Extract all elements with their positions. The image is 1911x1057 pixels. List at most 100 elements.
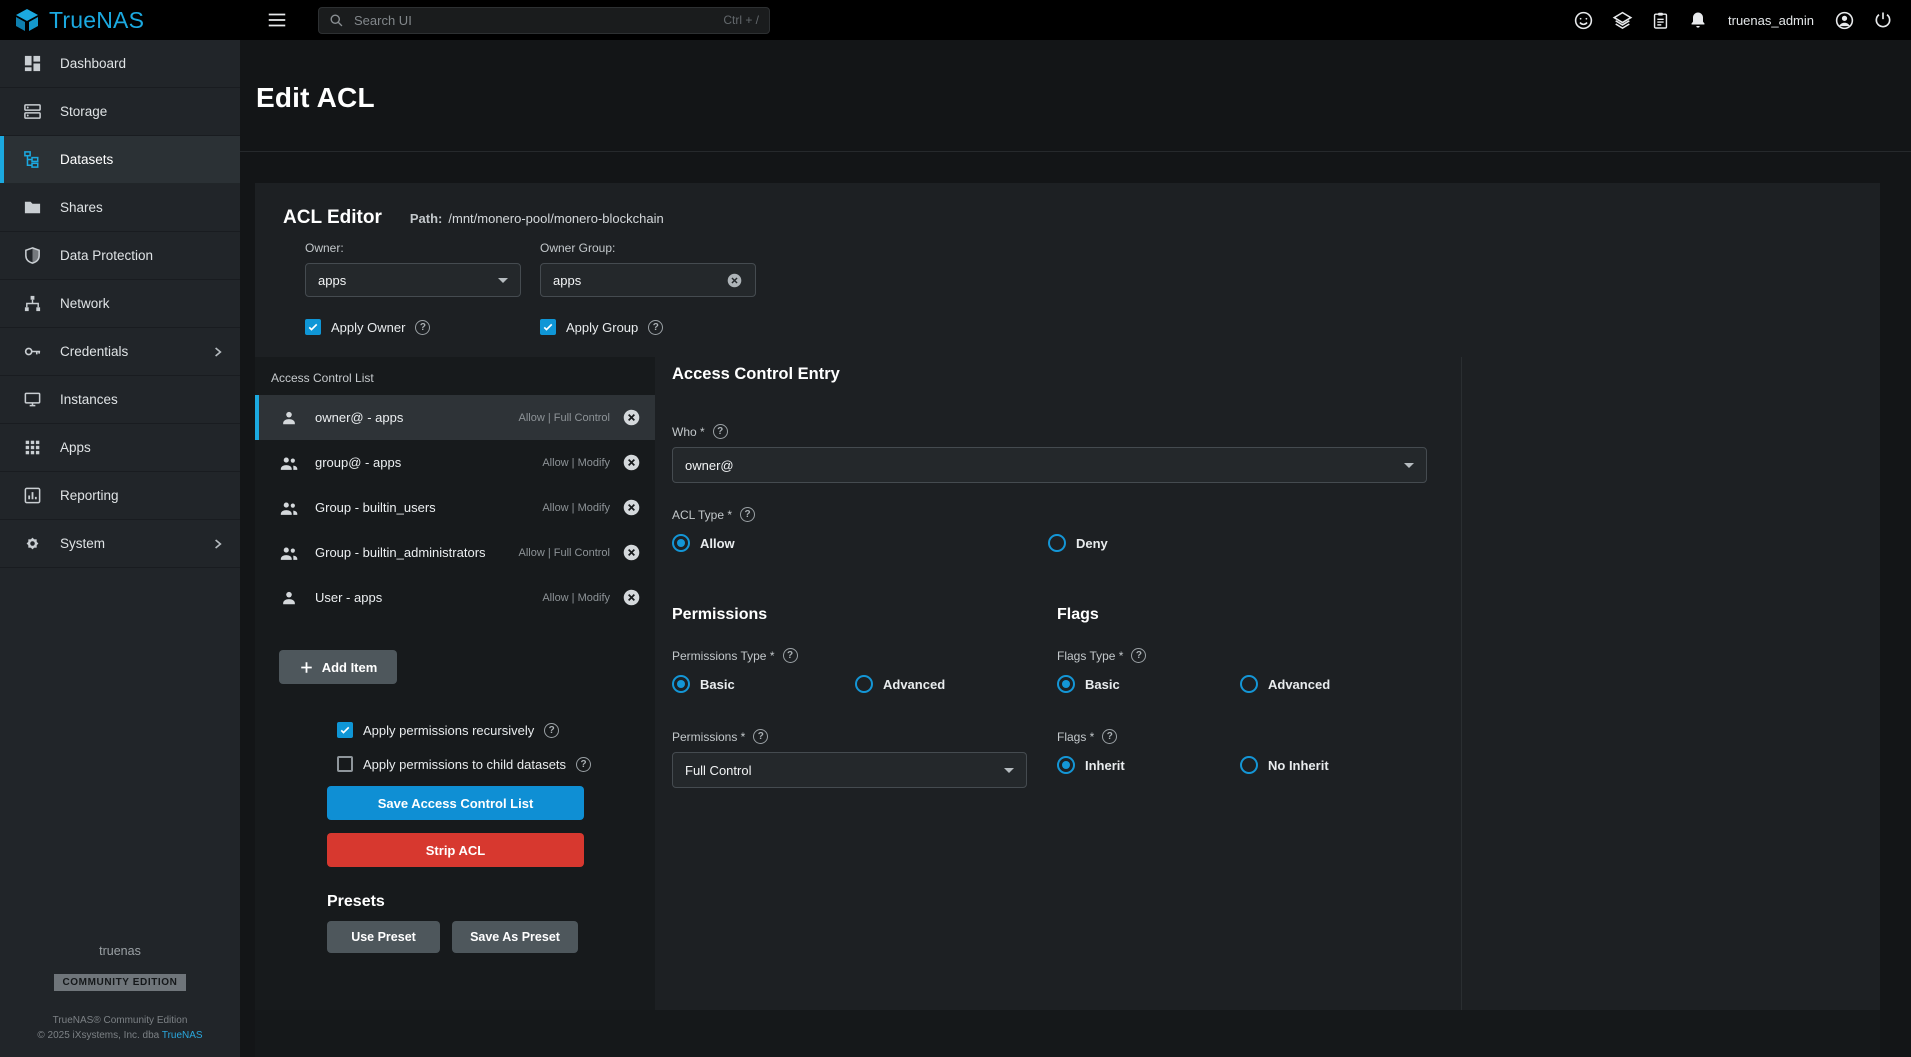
- save-acl-button[interactable]: Save Access Control List: [327, 786, 584, 820]
- sidebar-item-credentials[interactable]: Credentials: [0, 328, 240, 376]
- sidebar-item-label: Storage: [60, 104, 107, 119]
- sidebar-item-label: Apps: [60, 440, 91, 455]
- radio-permissions-basic[interactable]: Basic: [672, 675, 855, 693]
- help-icon[interactable]: [648, 320, 663, 335]
- sidebar-item-system[interactable]: System: [0, 520, 240, 568]
- radio-allow[interactable]: Allow: [672, 534, 1048, 552]
- sidebar-item-network[interactable]: Network: [0, 280, 240, 328]
- radio-flags-advanced[interactable]: Advanced: [1240, 675, 1330, 693]
- radio-unselected-icon: [1240, 756, 1258, 774]
- acl-editor-card: ACL Editor Path:/mnt/monero-pool/monero-…: [255, 183, 1880, 1010]
- page-header: Edit ACL: [240, 40, 1911, 152]
- permissions-type-radio-group: Basic Advanced: [672, 675, 1057, 693]
- sidebar-item-datasets[interactable]: Datasets: [0, 136, 240, 184]
- apply-group-checkbox[interactable]: [540, 319, 556, 335]
- clear-icon[interactable]: [726, 272, 743, 289]
- acl-list-panel: Access Control List owner@ - apps Allow …: [255, 357, 655, 1010]
- save-as-preset-button[interactable]: Save As Preset: [452, 921, 578, 953]
- radio-inherit[interactable]: Inherit: [1057, 756, 1240, 774]
- ace-title: Access Control Entry: [672, 365, 1461, 384]
- acl-entry-row[interactable]: Group - builtin_users Allow | Modify: [255, 485, 655, 530]
- radio-unselected-icon: [855, 675, 873, 693]
- sidenav-toggle-button[interactable]: [266, 9, 288, 31]
- remove-entry-icon[interactable]: [622, 588, 641, 607]
- sidebar-item-label: Instances: [60, 392, 118, 407]
- datasets-tree-icon: [22, 150, 42, 169]
- acl-entry-row[interactable]: Group - builtin_administrators Allow | F…: [255, 530, 655, 575]
- apply-group-label: Apply Group: [566, 320, 638, 335]
- sidebar-item-instances[interactable]: Instances: [0, 376, 240, 424]
- help-icon[interactable]: [1102, 729, 1117, 744]
- recursive-checkbox[interactable]: [337, 722, 353, 738]
- permissions-select[interactable]: Full Control: [672, 752, 1027, 788]
- radio-deny[interactable]: Deny: [1048, 534, 1108, 552]
- person-icon: [279, 409, 299, 427]
- sidebar-item-shares[interactable]: Shares: [0, 184, 240, 232]
- add-item-button[interactable]: Add Item: [279, 650, 397, 684]
- help-icon[interactable]: [713, 424, 728, 439]
- who-label: Who *: [672, 425, 705, 439]
- strip-acl-button[interactable]: Strip ACL: [327, 833, 584, 867]
- help-icon[interactable]: [1131, 648, 1146, 663]
- owner-group-input[interactable]: apps: [540, 263, 756, 297]
- child-datasets-checkbox[interactable]: [337, 756, 353, 772]
- radio-selected-icon: [1057, 675, 1075, 693]
- brand-logo[interactable]: TrueNAS: [0, 7, 240, 34]
- smiley-icon: [1573, 10, 1594, 31]
- access-control-entry-form: Access Control Entry Who * owner@ ACL Ty…: [655, 357, 1462, 1010]
- radio-unselected-icon: [1240, 675, 1258, 693]
- help-icon[interactable]: [783, 648, 798, 663]
- who-select[interactable]: owner@: [672, 447, 1427, 483]
- group-icon: [279, 543, 299, 563]
- acl-type-label: ACL Type *: [672, 508, 732, 522]
- search-input[interactable]: [352, 12, 715, 29]
- sidebar-item-dashboard[interactable]: Dashboard: [0, 40, 240, 88]
- sidebar-item-label: Dashboard: [60, 56, 126, 71]
- owner-select[interactable]: apps: [305, 263, 521, 297]
- power-button[interactable]: [1873, 10, 1893, 30]
- search-shortcut-hint: Ctrl + /: [723, 13, 759, 27]
- radio-flags-basic[interactable]: Basic: [1057, 675, 1240, 693]
- remove-entry-icon[interactable]: [622, 498, 641, 517]
- radio-no-inherit[interactable]: No Inherit: [1240, 756, 1329, 774]
- radio-permissions-advanced[interactable]: Advanced: [855, 675, 945, 693]
- truecommand-button[interactable]: [1612, 10, 1633, 31]
- page-title: Edit ACL: [256, 82, 1911, 114]
- acl-entry-row[interactable]: owner@ - apps Allow | Full Control: [255, 395, 655, 440]
- remove-entry-icon[interactable]: [622, 453, 641, 472]
- acl-type-radio-group: Allow Deny: [672, 534, 1461, 552]
- sidebar-item-label: Shares: [60, 200, 103, 215]
- global-search[interactable]: Ctrl + /: [318, 7, 770, 34]
- acl-entry-row[interactable]: group@ - apps Allow | Modify: [255, 440, 655, 485]
- key-icon: [22, 342, 42, 361]
- layers-icon: [1612, 10, 1633, 31]
- feedback-button[interactable]: [1573, 10, 1594, 31]
- remove-entry-icon[interactable]: [622, 408, 641, 427]
- truenas-link[interactable]: TrueNAS: [162, 1030, 203, 1041]
- sidebar-item-data-protection[interactable]: Data Protection: [0, 232, 240, 280]
- sidebar-item-reporting[interactable]: Reporting: [0, 472, 240, 520]
- search-icon: [329, 13, 344, 28]
- acl-entry-row[interactable]: User - apps Allow | Modify: [255, 575, 655, 620]
- radio-selected-icon: [1057, 756, 1075, 774]
- help-icon[interactable]: [753, 729, 768, 744]
- help-icon[interactable]: [576, 757, 591, 772]
- truenas-logo-icon: [14, 7, 40, 33]
- remove-entry-icon[interactable]: [622, 543, 641, 562]
- sidebar-item-apps[interactable]: Apps: [0, 424, 240, 472]
- sidebar-item-label: Credentials: [60, 344, 128, 359]
- help-icon[interactable]: [415, 320, 430, 335]
- owner-label: Owner:: [305, 241, 521, 255]
- flags-section: Flags Flags Type * Basic: [1057, 606, 1461, 788]
- account-button[interactable]: [1834, 10, 1855, 31]
- jobs-button[interactable]: [1651, 11, 1670, 30]
- apply-owner-checkbox[interactable]: [305, 319, 321, 335]
- sidebar-nav: Dashboard Storage Datasets Shares Data P…: [0, 40, 240, 1057]
- notifications-button[interactable]: [1688, 10, 1708, 30]
- help-icon[interactable]: [740, 507, 755, 522]
- help-icon[interactable]: [544, 723, 559, 738]
- sidebar-item-storage[interactable]: Storage: [0, 88, 240, 136]
- clipboard-icon: [1651, 11, 1670, 30]
- use-preset-button[interactable]: Use Preset: [327, 921, 440, 953]
- brand-name: TrueNAS: [49, 7, 144, 34]
